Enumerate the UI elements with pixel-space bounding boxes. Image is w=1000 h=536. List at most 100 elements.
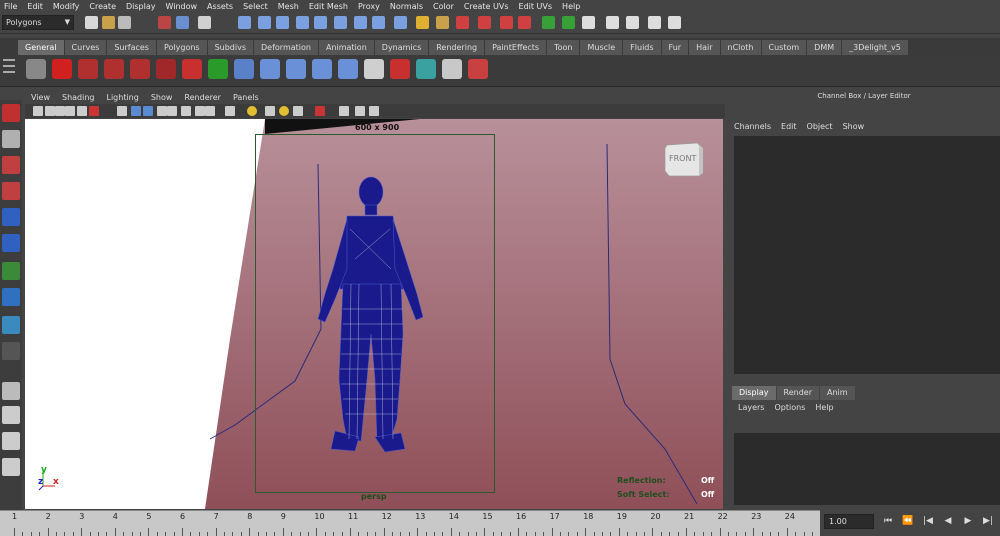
panel-toolbar-icon[interactable] xyxy=(131,106,141,116)
shelf-tool-icon[interactable] xyxy=(234,59,254,79)
step-back-key-icon[interactable]: ⏪ xyxy=(898,514,918,529)
status-tool-icon[interactable] xyxy=(258,16,271,29)
shelf-tool-icon[interactable] xyxy=(130,59,150,79)
step-back-frame-icon[interactable]: |◀ xyxy=(918,514,938,529)
menu-normals[interactable]: Normals xyxy=(386,2,429,11)
shelf-tab-subdivs[interactable]: Subdivs xyxy=(207,40,255,55)
status-tool-icon[interactable] xyxy=(668,16,681,29)
go-to-start-icon[interactable]: ⏮ xyxy=(878,514,898,529)
shelf-tab-dmm[interactable]: DMM xyxy=(807,40,843,55)
status-tool-icon[interactable] xyxy=(542,16,555,29)
shelf-tab-ncloth[interactable]: nCloth xyxy=(720,40,762,55)
status-tool-icon[interactable] xyxy=(478,16,491,29)
shelf-tab--3delight-v5[interactable]: _3Delight_v5 xyxy=(842,40,909,55)
panel-menu-view[interactable]: View xyxy=(31,93,50,102)
toolbox-tool-icon[interactable] xyxy=(2,234,20,252)
menu-mesh[interactable]: Mesh xyxy=(274,2,305,11)
shelf-tool-icon[interactable] xyxy=(442,59,462,79)
shelf-menu-icon[interactable] xyxy=(3,59,15,83)
viewcube-icon[interactable]: FRONT xyxy=(663,139,705,177)
status-tool-icon[interactable] xyxy=(158,16,171,29)
shelf-tool-icon[interactable] xyxy=(78,59,98,79)
status-tool-icon[interactable] xyxy=(562,16,575,29)
menu-window[interactable]: Window xyxy=(162,2,204,11)
toolbox-tool-icon[interactable] xyxy=(2,432,20,450)
shelf-tool-icon[interactable] xyxy=(156,59,176,79)
panel-toolbar-icon[interactable] xyxy=(65,106,75,116)
menu-display[interactable]: Display xyxy=(122,2,162,11)
panel-menu-lighting[interactable]: Lighting xyxy=(106,93,138,102)
layer-menu-layers[interactable]: Layers xyxy=(738,403,764,412)
status-tool-icon[interactable] xyxy=(436,16,449,29)
status-tool-icon[interactable] xyxy=(276,16,289,29)
step-forward-frame-icon[interactable]: ▶| xyxy=(978,514,998,529)
shelf-tool-icon[interactable] xyxy=(104,59,124,79)
shelf-tool-icon[interactable] xyxy=(312,59,332,79)
layer-menu-options[interactable]: Options xyxy=(774,403,805,412)
status-tool-icon[interactable] xyxy=(334,16,347,29)
menu-assets[interactable]: Assets xyxy=(203,2,239,11)
play-forward-icon[interactable]: ▶ xyxy=(958,514,978,529)
current-frame-field[interactable]: 1.00 xyxy=(824,514,874,529)
shelf-tool-icon[interactable] xyxy=(182,59,202,79)
shelf-tool-icon[interactable] xyxy=(52,59,72,79)
menu-set-select[interactable]: Polygons ▼ xyxy=(2,15,74,30)
toolbox-tool-icon[interactable] xyxy=(2,262,20,280)
shelf-tab-muscle[interactable]: Muscle xyxy=(580,40,624,55)
menu-file[interactable]: File xyxy=(0,2,23,11)
toolbox-tool-icon[interactable] xyxy=(2,104,20,122)
shelf-tab-deformation[interactable]: Deformation xyxy=(254,40,319,55)
panel-toolbar-icon[interactable] xyxy=(355,106,365,116)
panel-toolbar-icon[interactable] xyxy=(279,106,289,116)
channel-box-area[interactable] xyxy=(734,136,1000,374)
menu-color[interactable]: Color xyxy=(429,2,460,11)
status-tool-icon[interactable] xyxy=(500,16,513,29)
panel-menu-shading[interactable]: Shading xyxy=(62,93,95,102)
panel-toolbar-icon[interactable] xyxy=(77,106,87,116)
panel-toolbar-icon[interactable] xyxy=(205,106,215,116)
toolbox-tool-icon[interactable] xyxy=(2,130,20,148)
perspective-viewport[interactable]: 600 x 900 persp Reflection: Off Soft Sel… xyxy=(25,119,723,509)
menu-edit-mesh[interactable]: Edit Mesh xyxy=(305,2,354,11)
channel-box-menu-show[interactable]: Show xyxy=(843,122,865,131)
panel-toolbar-icon[interactable] xyxy=(315,106,325,116)
status-tool-icon[interactable] xyxy=(394,16,407,29)
menu-help[interactable]: Help xyxy=(558,2,586,11)
status-tool-icon[interactable] xyxy=(648,16,661,29)
toolbox-tool-icon[interactable] xyxy=(2,458,20,476)
toolbox-tool-icon[interactable] xyxy=(2,316,20,334)
play-backward-icon[interactable]: ◀ xyxy=(938,514,958,529)
status-tool-icon[interactable] xyxy=(176,16,189,29)
status-tool-icon[interactable] xyxy=(198,16,211,29)
status-tool-icon[interactable] xyxy=(416,16,429,29)
toolbox-tool-icon[interactable] xyxy=(2,342,20,360)
panel-menu-panels[interactable]: Panels xyxy=(233,93,259,102)
shelf-tab-curves[interactable]: Curves xyxy=(64,40,108,55)
status-tool-icon[interactable] xyxy=(606,16,619,29)
channel-box-menu-object[interactable]: Object xyxy=(807,122,833,131)
panel-toolbar-icon[interactable] xyxy=(195,106,205,116)
shelf-tab-custom[interactable]: Custom xyxy=(761,40,808,55)
panel-toolbar-icon[interactable] xyxy=(247,106,257,116)
channel-box-menu-edit[interactable]: Edit xyxy=(781,122,797,131)
panel-toolbar-icon[interactable] xyxy=(55,106,65,116)
toolbox-tool-icon[interactable] xyxy=(2,156,20,174)
status-tool-icon[interactable] xyxy=(238,16,251,29)
panel-toolbar-icon[interactable] xyxy=(369,106,379,116)
shelf-tab-hair[interactable]: Hair xyxy=(689,40,721,55)
menu-select[interactable]: Select xyxy=(239,2,274,11)
panel-menu-renderer[interactable]: Renderer xyxy=(184,93,221,102)
time-slider[interactable]: 1 2 3 4 5 6 7 8 9 10 11 12 13 14 15 16 17 18 19 20 21 22 23 24 xyxy=(0,510,820,536)
status-tool-icon[interactable] xyxy=(296,16,309,29)
layer-editor-area[interactable] xyxy=(734,433,1000,505)
status-tool-icon[interactable] xyxy=(102,16,115,29)
shelf-tab-surfaces[interactable]: Surfaces xyxy=(107,40,157,55)
layer-tab-display[interactable]: Display xyxy=(732,386,776,400)
panel-toolbar-icon[interactable] xyxy=(225,106,235,116)
status-tool-icon[interactable] xyxy=(518,16,531,29)
status-tool-icon[interactable] xyxy=(456,16,469,29)
shelf-tab-toon[interactable]: Toon xyxy=(547,40,581,55)
panel-toolbar-icon[interactable] xyxy=(293,106,303,116)
menu-modify[interactable]: Modify xyxy=(49,2,86,11)
toolbox-tool-icon[interactable] xyxy=(2,382,20,400)
